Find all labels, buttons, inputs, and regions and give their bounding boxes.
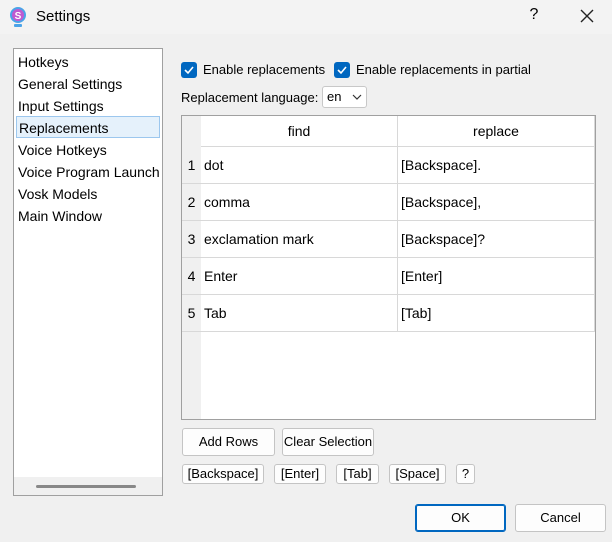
replace-cell[interactable]: [Tab] — [398, 295, 595, 332]
ok-button[interactable]: OK — [415, 504, 506, 532]
chevron-down-icon — [352, 94, 362, 100]
find-cell[interactable]: Tab — [201, 295, 398, 332]
cancel-button[interactable]: Cancel — [515, 504, 606, 532]
clear-selection-button[interactable]: Clear Selection — [282, 428, 374, 456]
row-number[interactable]: 3 — [182, 221, 201, 258]
checkmark-icon — [184, 66, 194, 75]
scrollbar-thumb[interactable] — [36, 485, 136, 488]
sidebar-item-voice-hotkeys[interactable]: Voice Hotkeys — [18, 139, 162, 161]
settings-category-list[interactable]: Hotkeys General Settings Input Settings … — [13, 48, 163, 496]
token-tab-button[interactable]: [Tab] — [336, 464, 379, 484]
title-bar: S Settings ? — [0, 0, 612, 34]
find-cell[interactable]: Enter — [201, 258, 398, 295]
row-number[interactable]: 2 — [182, 184, 201, 221]
replacement-language-label: Replacement language: — [181, 90, 319, 105]
sidebar-item-main-window[interactable]: Main Window — [18, 205, 162, 227]
token-question-button[interactable]: ? — [456, 464, 475, 484]
help-button[interactable]: ? — [526, 6, 542, 24]
sidebar-item-input-settings[interactable]: Input Settings — [18, 95, 162, 117]
enable-partial-label[interactable]: Enable replacements in partial — [356, 62, 531, 77]
sidebar-item-hotkeys[interactable]: Hotkeys — [18, 51, 162, 73]
sidebar-item-voice-program-launch[interactable]: Voice Program Launch — [18, 161, 162, 183]
enable-replacements-label[interactable]: Enable replacements — [203, 62, 325, 77]
language-value: en — [327, 89, 342, 104]
row-number[interactable]: 5 — [182, 295, 201, 332]
row-number[interactable]: 4 — [182, 258, 201, 295]
replace-cell[interactable]: [Backspace]? — [398, 221, 595, 258]
find-cell[interactable]: comma — [201, 184, 398, 221]
token-backspace-button[interactable]: [Backspace] — [182, 464, 264, 484]
column-header-replace[interactable]: replace — [398, 116, 595, 147]
column-header-find[interactable]: find — [201, 116, 398, 147]
sidebar-item-general-settings[interactable]: General Settings — [18, 73, 162, 95]
svg-text:S: S — [15, 11, 22, 22]
checkmark-icon — [337, 66, 347, 75]
enable-replacements-checkbox[interactable] — [181, 62, 197, 78]
enable-partial-checkbox[interactable] — [334, 62, 350, 78]
sidebar-item-vosk-models[interactable]: Vosk Models — [18, 183, 162, 205]
replacements-table[interactable]: find replace 1 dot [Backspace]. 2 comma … — [181, 115, 596, 420]
find-cell[interactable]: exclamation mark — [201, 221, 398, 258]
sidebar-horizontal-scrollbar[interactable] — [14, 477, 162, 495]
sidebar-item-replacements[interactable]: Replacements — [16, 116, 160, 138]
app-logo-icon: S — [10, 7, 26, 27]
replacement-language-select[interactable]: en — [322, 86, 367, 108]
close-icon[interactable] — [578, 6, 596, 26]
token-space-button[interactable]: [Space] — [389, 464, 446, 484]
add-rows-button[interactable]: Add Rows — [182, 428, 275, 456]
replace-cell[interactable]: [Enter] — [398, 258, 595, 295]
find-cell[interactable]: dot — [201, 147, 398, 184]
window-title: Settings — [36, 8, 91, 25]
replace-cell[interactable]: [Backspace]. — [398, 147, 595, 184]
token-enter-button[interactable]: [Enter] — [274, 464, 326, 484]
row-number[interactable]: 1 — [182, 147, 201, 184]
replace-cell[interactable]: [Backspace], — [398, 184, 595, 221]
